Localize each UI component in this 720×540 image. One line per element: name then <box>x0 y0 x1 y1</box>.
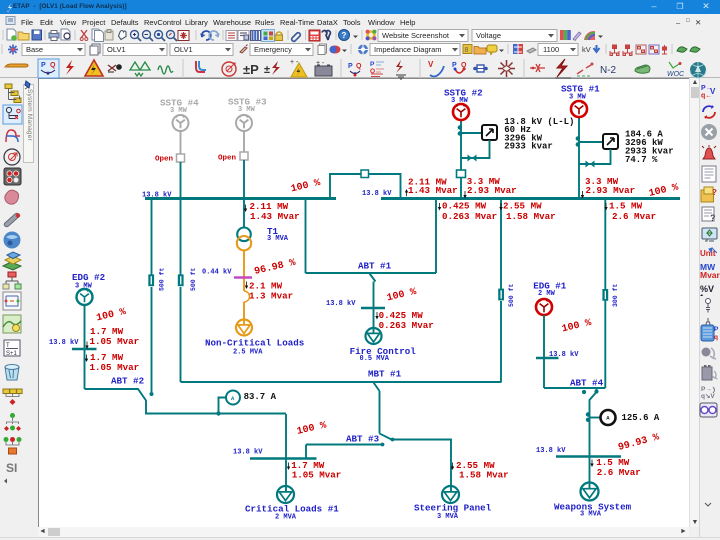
svg-text:1.05 Mvar: 1.05 Mvar <box>292 470 342 481</box>
svg-text:EDG #2: EDG #2 <box>72 272 105 283</box>
svg-text:3 MW: 3 MW <box>75 283 93 291</box>
svg-text:MBT #1: MBT #1 <box>368 369 402 380</box>
svg-text:Non-Critical Loads: Non-Critical Loads <box>205 338 304 349</box>
svg-text:13.8 kV: 13.8 kV <box>536 447 566 455</box>
svg-text:13.8 kV: 13.8 kV <box>233 449 263 457</box>
svg-text:13.8 kV: 13.8 kV <box>362 190 392 198</box>
svg-text:500 ft: 500 ft <box>158 267 165 291</box>
svg-text:13.8 kV: 13.8 kV <box>549 351 579 359</box>
svg-text:2.6 Mvar: 2.6 Mvar <box>597 467 641 478</box>
svg-text:3 MW: 3 MW <box>569 94 587 102</box>
svg-text:2933 kvar: 2933 kvar <box>504 141 553 151</box>
svg-text:2.5 MVA: 2.5 MVA <box>233 349 263 357</box>
svg-text:1.58 Mvar: 1.58 Mvar <box>506 211 556 222</box>
svg-text:ABT #1: ABT #1 <box>358 261 392 272</box>
svg-text:100 %: 100 % <box>561 318 593 335</box>
svg-text:2 MW: 2 MW <box>538 290 556 298</box>
svg-text:500 ft: 500 ft <box>190 267 197 291</box>
svg-text:2 MVA: 2 MVA <box>275 514 297 522</box>
svg-text:Open: Open <box>155 156 174 164</box>
svg-text:13.8 kV: 13.8 kV <box>326 300 356 308</box>
svg-text:100 %: 100 % <box>95 307 127 324</box>
svg-text:1.05 Mvar: 1.05 Mvar <box>90 362 140 373</box>
svg-text:96.98 %: 96.98 % <box>253 258 296 278</box>
svg-text:2.6 Mvar: 2.6 Mvar <box>612 211 656 222</box>
svg-text:Steering Panel: Steering Panel <box>414 503 492 514</box>
svg-text:1.5 MW: 1.5 MW <box>609 201 643 212</box>
svg-text:0.44 kV: 0.44 kV <box>202 269 232 277</box>
svg-text:13.8 kV: 13.8 kV <box>49 339 79 347</box>
svg-text:ABT #3: ABT #3 <box>346 434 380 445</box>
svg-text:99.93 %: 99.93 % <box>617 432 660 453</box>
svg-text:3 MW: 3 MW <box>238 106 256 114</box>
svg-text:100 %: 100 % <box>386 287 418 304</box>
svg-text:3 MW: 3 MW <box>170 107 188 115</box>
svg-text:ABT #4: ABT #4 <box>570 378 604 389</box>
svg-text:1.43 Mvar: 1.43 Mvar <box>408 185 458 196</box>
svg-text:83.7 A: 83.7 A <box>244 392 277 402</box>
svg-text:13.8 kV: 13.8 kV <box>142 192 172 200</box>
svg-text:2.93 Mvar: 2.93 Mvar <box>467 185 517 196</box>
svg-text:A: A <box>231 395 235 402</box>
svg-text:Open: Open <box>218 155 237 163</box>
svg-text:100 %: 100 % <box>290 178 322 195</box>
svg-text:74.7 %: 74.7 % <box>625 155 658 165</box>
svg-text:3 MVA: 3 MVA <box>580 511 602 519</box>
svg-text:0.5 MVA: 0.5 MVA <box>360 355 390 363</box>
svg-text:100 %: 100 % <box>296 420 328 437</box>
svg-text:3 MW: 3 MW <box>451 97 469 105</box>
svg-text:1.3 Mvar: 1.3 Mvar <box>249 291 293 302</box>
svg-text:2.55 MW: 2.55 MW <box>503 201 542 212</box>
svg-text:1.43 Mvar: 1.43 Mvar <box>250 211 300 222</box>
svg-text:500 ft: 500 ft <box>508 283 515 307</box>
svg-text:0.263 Mvar: 0.263 Mvar <box>379 320 434 331</box>
svg-text:125.6 A: 125.6 A <box>622 413 660 423</box>
svg-text:1.05 Mvar: 1.05 Mvar <box>90 336 140 347</box>
svg-text:300 ft: 300 ft <box>612 283 619 307</box>
svg-text:ABT #2: ABT #2 <box>111 376 144 387</box>
svg-text:3 MVA: 3 MVA <box>267 235 289 243</box>
svg-text:3 MVA: 3 MVA <box>437 513 459 521</box>
svg-text:1.58 Mvar: 1.58 Mvar <box>459 470 509 481</box>
svg-text:2.93 Mvar: 2.93 Mvar <box>586 185 636 196</box>
svg-text:0.425 MW: 0.425 MW <box>442 201 487 212</box>
svg-text:0.263 Mvar: 0.263 Mvar <box>442 211 497 222</box>
